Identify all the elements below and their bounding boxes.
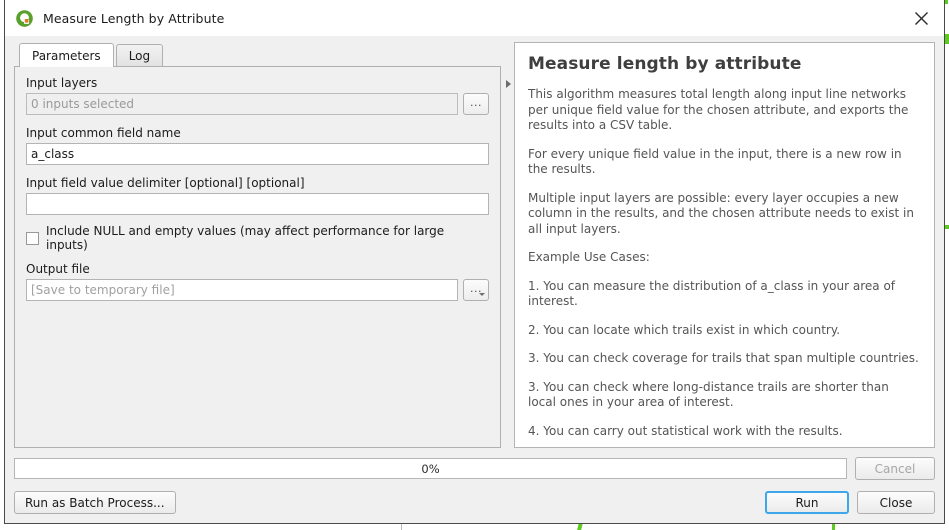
close-dialog-button[interactable]: Close [857,491,935,514]
run-button[interactable]: Run [765,491,849,514]
dialog-body: Parameters Log Input layers 0 inputs sel… [5,36,944,448]
common-field-name-row: a_class [26,143,489,165]
help-title: Measure length by attribute [528,54,802,74]
close-icon [914,11,928,25]
output-file-browse-button[interactable]: ... [463,279,489,301]
output-file-label: Output file [26,262,90,276]
panel-splitter-handle[interactable] [502,80,514,94]
help-paragraph: This algorithm measures total length alo… [528,87,909,132]
chevron-right-icon [505,80,511,88]
progress-label: 0% [421,461,440,476]
help-use-case-item: 3. You can check coverage for trails tha… [528,351,919,365]
input-layers-label: Input layers [26,76,98,90]
tab-parameters[interactable]: Parameters [19,43,114,67]
tab-log[interactable]: Log [115,44,164,66]
help-paragraph: Multiple input layers are possible: ever… [528,190,914,236]
include-null-row[interactable]: Include NULL and empty values (may affec… [26,224,489,252]
cancel-button[interactable]: Cancel [855,457,935,480]
field-value-delimiter-label: Input field value delimiter [optional] [… [26,176,305,190]
help-use-cases-heading: Example Use Cases: [528,250,650,264]
output-file-input[interactable]: [Save to temporary file] [26,279,458,301]
input-layers-row: 0 inputs selected ... [26,93,489,115]
close-button[interactable] [898,0,944,36]
progress-row: 0% Cancel [14,457,935,480]
run-as-batch-process-button[interactable]: Run as Batch Process... [14,491,176,514]
help-use-case-item: 2. You can locate which trails exist in … [528,322,841,337]
common-field-name-label: Input common field name [26,126,181,140]
common-field-name-input[interactable]: a_class [26,143,489,165]
output-file-row: [Save to temporary file] ... [26,279,489,301]
field-value-delimiter-row [26,193,489,215]
input-layers-field[interactable]: 0 inputs selected [26,93,458,115]
algorithm-help-panel: Measure length by attribute This algorit… [514,42,935,448]
input-layers-browse-button[interactable]: ... [463,93,489,115]
help-use-case-item: 1. You can measure the distribution of a… [528,278,896,309]
help-use-case-item: 3. You can check where long-distance tra… [528,379,889,410]
measure-length-by-attribute-dialog: Measure Length by Attribute Parameters L… [4,0,945,524]
ellipsis-icon: ... [470,281,482,295]
button-row: Run as Batch Process... Run Close [14,491,935,514]
help-use-case-item: 4. You can carry out statistical work wi… [528,423,843,438]
include-null-label: Include NULL and empty values (may affec… [46,224,445,252]
dialog-title: Measure Length by Attribute [43,10,225,26]
parameters-panel: Parameters Log Input layers 0 inputs sel… [14,36,501,448]
parameters-form: Input layers 0 inputs selected ... Input… [14,66,501,448]
dialog-footer: 0% Cancel Run as Batch Process... Run Cl… [5,448,944,523]
qgis-logo-icon [16,9,33,27]
ellipsis-icon: ... [470,95,482,109]
tab-strip: Parameters Log [14,42,501,67]
dialog-titlebar: Measure Length by Attribute [5,0,944,36]
include-null-checkbox[interactable] [26,231,39,245]
field-value-delimiter-input[interactable] [26,193,489,215]
chevron-down-icon [479,293,485,296]
primary-buttons: Run Close [765,491,935,514]
help-paragraph: For every unique field value in the inpu… [528,146,902,177]
progress-bar: 0% [14,458,847,479]
